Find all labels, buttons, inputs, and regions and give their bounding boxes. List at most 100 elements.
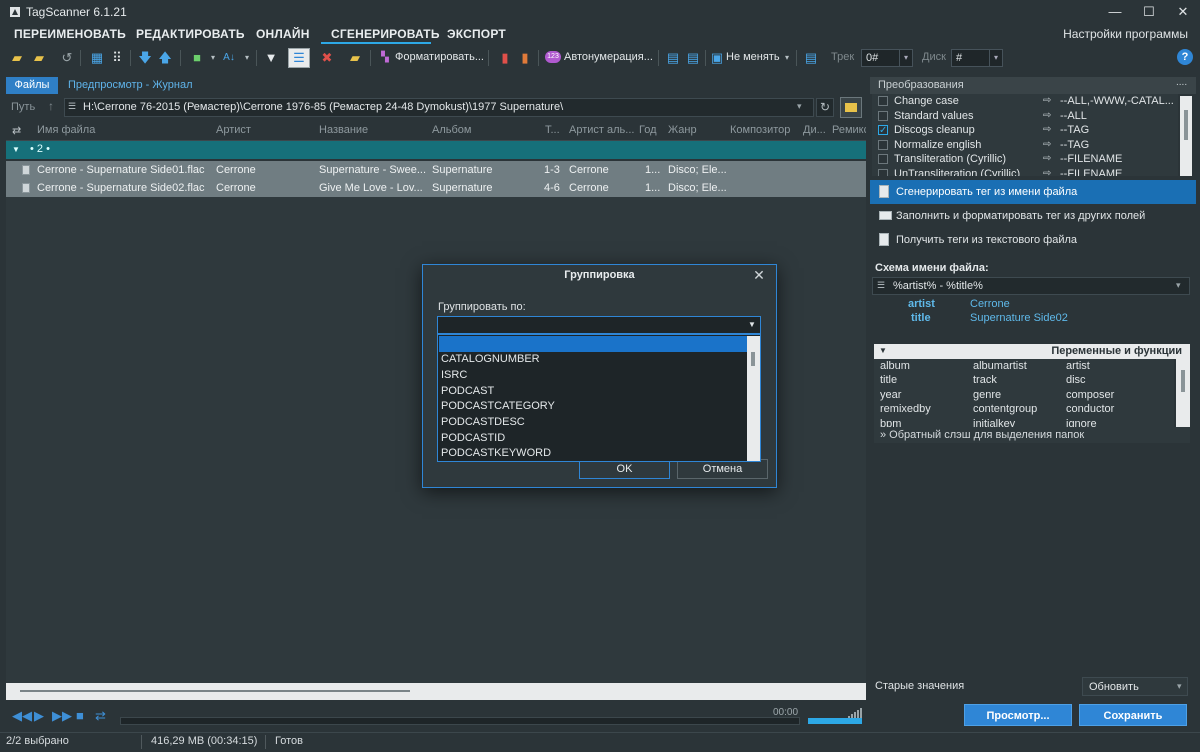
dropdown-option[interactable]: CATALOGNUMBER — [441, 353, 540, 365]
dropdown-option[interactable]: PODCASTID — [441, 432, 505, 444]
chevron-down-icon[interactable]: ▾ — [1176, 280, 1181, 291]
undo-icon[interactable]: ↺ — [58, 49, 76, 66]
checkbox[interactable] — [878, 110, 888, 121]
cancel-button[interactable]: Отмена — [677, 459, 768, 479]
move-down-icon[interactable]: 🡇 — [136, 49, 154, 66]
up-arrow-icon[interactable]: ↑ — [48, 99, 54, 113]
play-icon[interactable]: ▶ — [34, 708, 44, 724]
stop-icon[interactable]: ■ — [76, 708, 84, 723]
scrollbar-thumb[interactable] — [1181, 370, 1185, 392]
chevron-down-icon[interactable]: ▼ — [12, 145, 20, 154]
repeat-icon[interactable]: ⇄ — [95, 708, 106, 724]
checkbox[interactable] — [878, 96, 888, 106]
col-year[interactable]: Год — [639, 124, 657, 136]
panel-menu-icon[interactable]: .... — [1176, 77, 1187, 88]
doc-red-icon[interactable]: ▮ — [496, 49, 514, 66]
nochange-dropdown[interactable]: Не менять — [726, 51, 780, 63]
forward-icon[interactable]: ▶▶ — [52, 708, 72, 724]
remove-tag-icon[interactable]: ✖ — [318, 49, 336, 66]
col-filename[interactable]: Имя файла — [37, 124, 95, 136]
scheme-input[interactable]: %artist% - %title% — [872, 277, 1190, 295]
autonumber-button[interactable]: Автонумерация... — [564, 51, 653, 63]
sort-az-icon[interactable]: A↓ — [220, 49, 238, 66]
maximize-button[interactable]: ☐ — [1132, 0, 1166, 24]
var-item[interactable]: ignore — [1066, 418, 1097, 427]
dropdown-option[interactable]: PODCASTDESC — [441, 416, 525, 428]
move-up-icon[interactable]: 🡅 — [156, 49, 174, 66]
chevron-down-icon[interactable]: ▾ — [238, 49, 256, 66]
minimize-button[interactable]: — — [1098, 0, 1132, 24]
preview-button[interactable]: Просмотр... — [964, 704, 1072, 726]
dropdown-option[interactable]: PODCASTKEYWORD — [441, 447, 551, 459]
col-track[interactable]: Т... — [545, 124, 560, 136]
disc-input[interactable]: # — [951, 49, 991, 67]
chevron-down-icon[interactable]: ▾ — [899, 49, 913, 67]
var-item[interactable]: remixedby — [880, 403, 931, 415]
path-input[interactable]: H:\Cerrone 76-2015 (Ремастер)\Cerrone 19… — [64, 98, 814, 117]
settings-link[interactable]: Настройки программы — [1063, 27, 1188, 41]
seek-bar[interactable] — [120, 717, 800, 725]
list-item[interactable]: UnTransliteration (Cyrillic) ⇨ --FILENAME — [872, 167, 1178, 176]
scrollbar-thumb[interactable] — [20, 690, 410, 692]
var-item[interactable]: title — [880, 374, 897, 386]
col-artist[interactable]: Артист — [216, 124, 251, 136]
volume-bar[interactable] — [808, 718, 862, 724]
filter-icon[interactable]: ▼ — [262, 49, 280, 66]
tab-files[interactable]: Файлы — [6, 77, 58, 94]
old-values-select[interactable]: Обновить — [1082, 677, 1188, 696]
var-item[interactable]: album — [880, 360, 910, 372]
menu-edit[interactable]: РЕДАКТИРОВАТЬ — [136, 27, 245, 41]
chevron-down-icon[interactable]: ▾ — [1177, 681, 1182, 692]
var-item[interactable]: composer — [1066, 389, 1114, 401]
menu-generate[interactable]: СГЕНЕРИРОВАТЬ — [331, 27, 440, 41]
export-icon[interactable]: ▤ — [802, 49, 820, 66]
tab-preview-log[interactable]: Предпросмотр - Журнал — [68, 79, 193, 91]
checkbox[interactable] — [878, 139, 888, 150]
chevron-down-icon[interactable]: ▾ — [797, 101, 802, 112]
close-icon[interactable]: ✕ — [748, 266, 770, 284]
browse-folder-button[interactable] — [840, 97, 862, 118]
track-input[interactable]: 0# — [861, 49, 901, 67]
var-item[interactable]: track — [973, 374, 997, 386]
var-item[interactable]: conductor — [1066, 403, 1114, 415]
menu-online[interactable]: ОНЛАЙН — [256, 27, 310, 41]
var-item[interactable]: year — [880, 389, 901, 401]
dropdown-option-selected[interactable] — [439, 336, 747, 352]
checkbox[interactable] — [878, 154, 888, 164]
scrollbar-thumb[interactable] — [1184, 110, 1188, 140]
col-genre[interactable]: Жанр — [668, 124, 697, 136]
menu-export[interactable]: ЭКСПОРТ — [447, 27, 506, 41]
doc-orange-icon[interactable]: ▮ — [516, 49, 534, 66]
refresh-icon[interactable]: ↻ — [816, 98, 834, 117]
col-title[interactable]: Название — [319, 124, 368, 136]
action-generate-from-filename[interactable]: Сгенерировать тег из имени файла — [870, 180, 1196, 204]
list-item[interactable]: Transliteration (Cyrillic) ⇨ --FILENAME — [872, 152, 1178, 167]
help-icon[interactable]: ? — [1177, 49, 1193, 65]
chevron-down-icon[interactable]: ▼ — [748, 320, 756, 329]
group-row[interactable] — [6, 141, 866, 159]
var-item[interactable]: albumartist — [973, 360, 1027, 372]
list-item[interactable]: Standard values ⇨ --ALL — [872, 109, 1178, 124]
save-button[interactable]: Сохранить — [1079, 704, 1187, 726]
grid-icon[interactable]: ⠿ — [108, 49, 126, 66]
group-by-combobox[interactable] — [437, 316, 761, 334]
close-window-button[interactable]: ✕ — [1166, 0, 1200, 24]
var-item[interactable]: artist — [1066, 360, 1090, 372]
chevron-down-icon[interactable]: ▾ — [989, 49, 1003, 67]
dropdown-option[interactable]: PODCASTCATEGORY — [441, 400, 555, 412]
action-tags-from-text[interactable]: Получить теги из текстового файла — [870, 228, 1196, 252]
scrollbar-thumb[interactable] — [751, 352, 755, 366]
dropdown-option[interactable]: PODCAST — [441, 385, 494, 397]
var-item[interactable]: bpm — [880, 418, 901, 427]
action-fill-format-tag[interactable]: Заполнить и форматировать тег из других … — [870, 204, 1196, 228]
menu-rename[interactable]: ПЕРЕИМЕНОВАТЬ — [14, 27, 126, 41]
vars-header[interactable]: Переменные и функции — [874, 344, 1190, 359]
open-folder-icon[interactable]: ▰ — [8, 49, 26, 66]
format-button[interactable]: Форматировать... — [395, 51, 484, 63]
col-album[interactable]: Альбом — [432, 124, 471, 136]
checkbox[interactable] — [878, 168, 888, 176]
collapse-icon[interactable]: ▼ — [879, 346, 887, 355]
paste-tag-icon[interactable]: ▤ — [684, 49, 702, 66]
checkbox-checked[interactable]: ✓ — [878, 125, 888, 136]
list-item[interactable]: ✓ Discogs cleanup ⇨ --TAG — [872, 123, 1178, 138]
